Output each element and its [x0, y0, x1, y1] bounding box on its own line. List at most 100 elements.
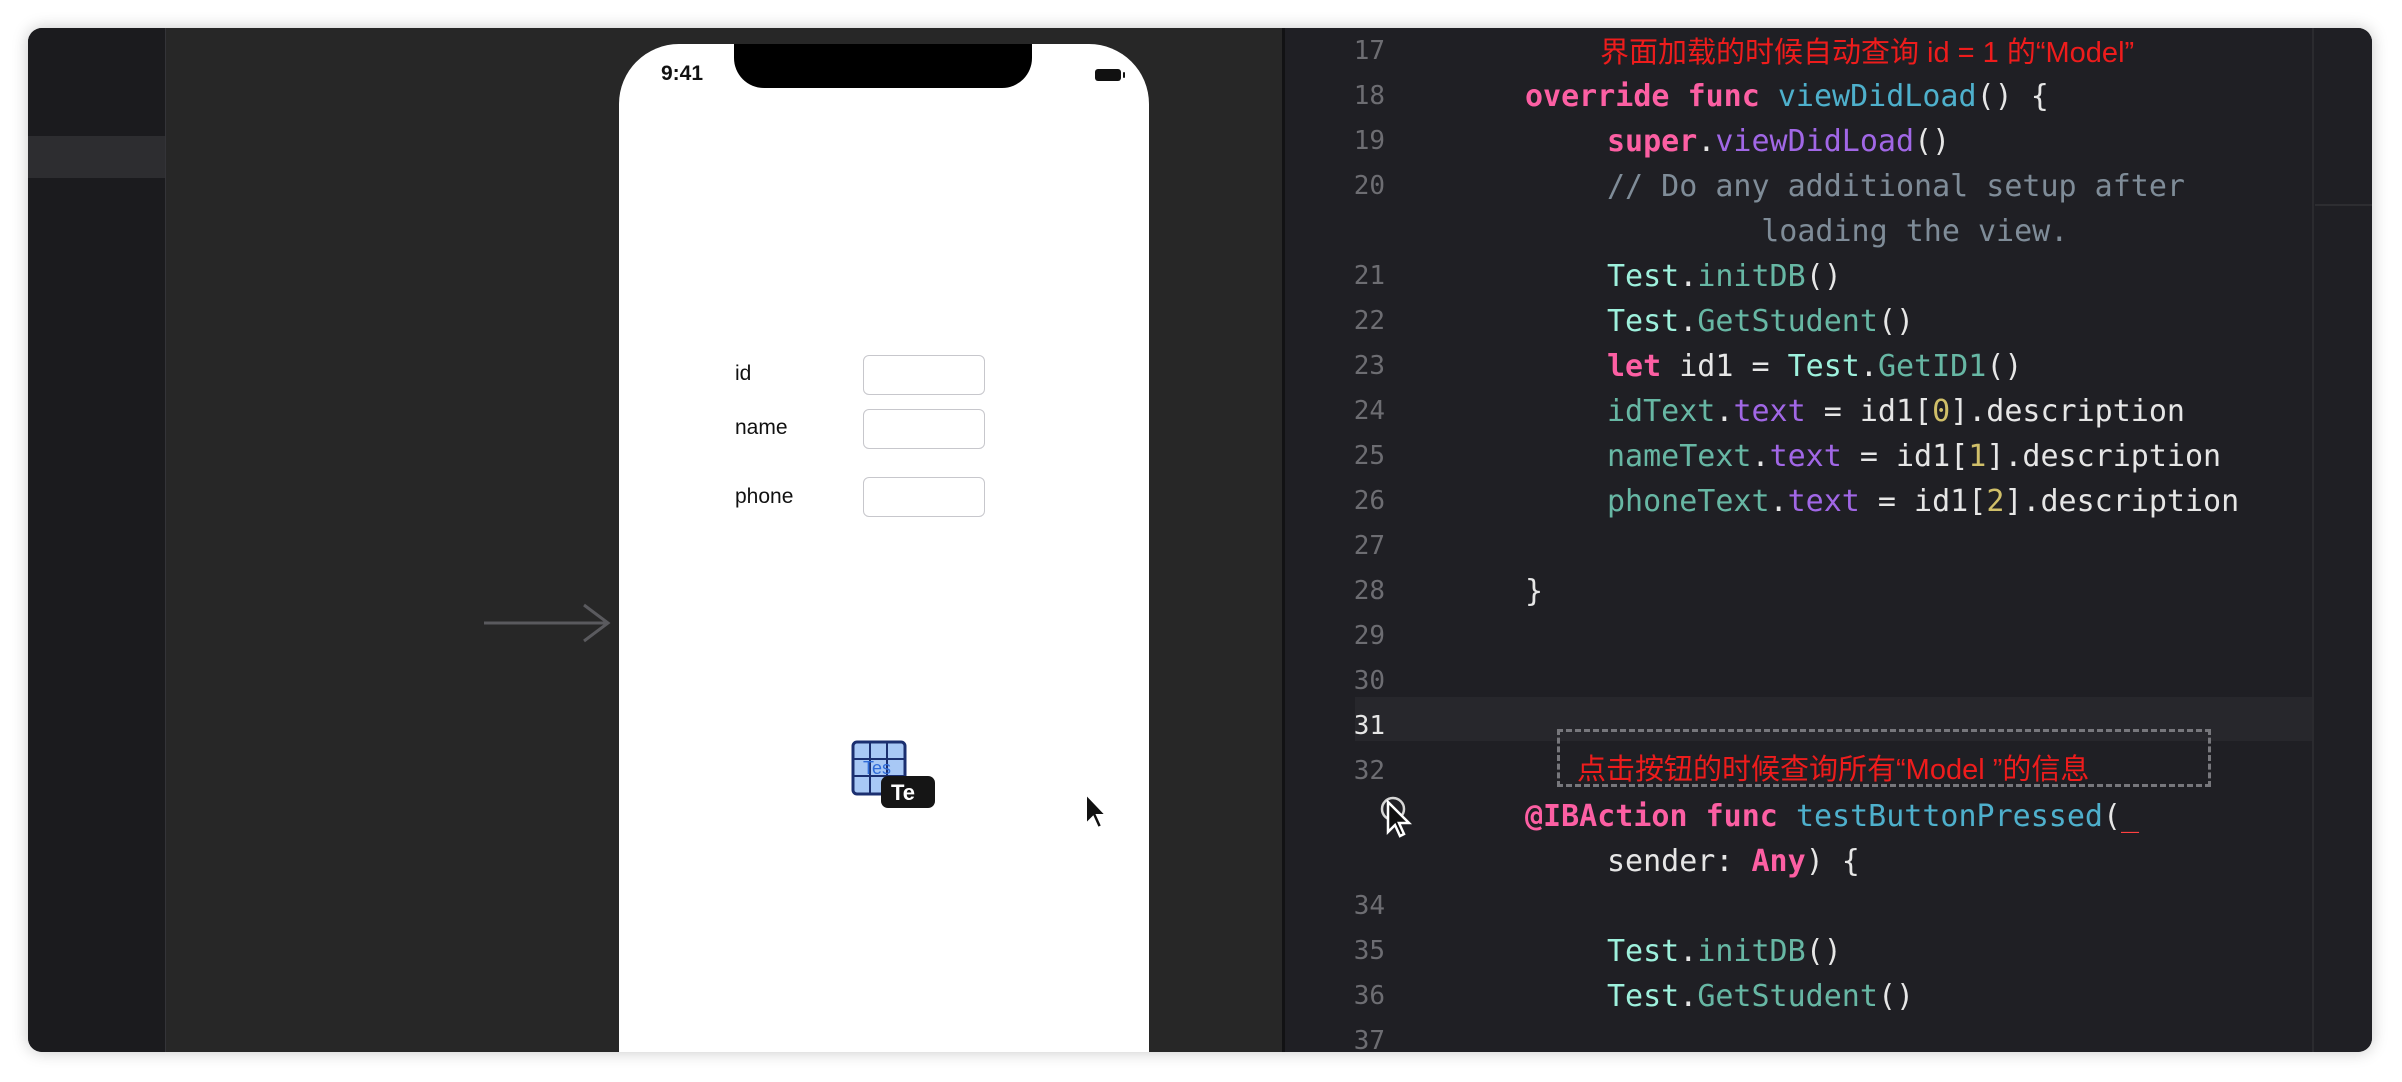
code-text: idText.text = id1[0].description [1607, 389, 2185, 434]
code-token: nameText [1607, 439, 1752, 474]
line-number: 28 [1353, 576, 1385, 606]
code-line[interactable]: 19 super.viewDidLoad() [1285, 119, 2315, 164]
code-token: . [1715, 394, 1734, 429]
name-label: name [735, 416, 788, 439]
code-text: sender: Any) { [1607, 839, 1860, 884]
code-text: Test.GetStudent() [1607, 299, 1914, 344]
drag-ghost-label: Te [891, 780, 915, 805]
code-token: phoneText [1607, 484, 1770, 519]
code-text: @IBAction func testButtonPressed(_ [1525, 794, 2139, 839]
code-token: = id1[ [1805, 394, 1933, 429]
battery-icon [1095, 69, 1125, 81]
code-token: sender: [1607, 844, 1752, 879]
code-line[interactable]: 36 Test.GetStudent() [1285, 974, 2315, 1019]
line-number: 20 [1353, 171, 1385, 201]
line-number: 37 [1353, 1026, 1385, 1052]
line-number: 27 [1353, 531, 1385, 561]
code-token: ].description [2004, 484, 2240, 519]
code-line[interactable]: 26 phoneText.text = id1[2].description [1285, 479, 2315, 524]
code-line[interactable]: 18 override func viewDidLoad() { [1285, 74, 2315, 119]
code-token: idText [1607, 394, 1716, 429]
line-number: 24 [1353, 396, 1385, 426]
drag-ghost-icon-text: Tes [863, 758, 891, 778]
name-text-field[interactable] [863, 409, 985, 449]
code-token: . [1859, 349, 1878, 384]
code-token: GetStudent [1697, 979, 1878, 1014]
code-token: = id1[ [1859, 484, 1987, 519]
code-line[interactable]: @IBAction func testButtonPressed(_ [1285, 794, 2315, 839]
annotation-top: 界面加载的时候自动查询 id = 1 的“Model” [1600, 37, 2135, 69]
id-text-field[interactable] [863, 355, 985, 395]
storyboard-canvas[interactable]: 9:41 id name phone Tes Te [166, 28, 1282, 1052]
code-token: Any [1751, 844, 1806, 879]
initial-view-controller-arrow-icon [484, 603, 611, 643]
line-number: 19 [1353, 126, 1385, 156]
code-text: } [1525, 569, 1543, 614]
code-text: super.viewDidLoad() [1607, 119, 1950, 164]
code-token: Test [1787, 349, 1860, 384]
code-token: func [1705, 799, 1778, 834]
line-number: 32 [1353, 756, 1385, 786]
code-line[interactable]: 30 [1285, 659, 2315, 704]
code-line[interactable]: 20 // Do any additional setup after [1285, 164, 2315, 209]
code-token: () [1986, 349, 2023, 384]
code-line[interactable]: 24 idText.text = id1[0].description [1285, 389, 2315, 434]
code-token: GetID1 [1877, 349, 1987, 384]
code-token: } [1525, 574, 1544, 609]
code-token: () { [1976, 79, 2049, 114]
xcode-window: 9:41 id name phone Tes Te 17 18 override… [28, 28, 2372, 1052]
id-label: id [735, 362, 752, 385]
line-number: 25 [1353, 441, 1385, 471]
code-token: let [1607, 349, 1662, 384]
code-token: override [1525, 79, 1670, 114]
code-line[interactable]: 27 [1285, 524, 2315, 569]
navigator-strip [28, 28, 166, 1052]
code-token: ].description [1986, 439, 2222, 474]
line-number: 35 [1353, 936, 1385, 966]
code-token: 2 [1986, 484, 2005, 519]
navigator-selected-row[interactable] [28, 136, 165, 178]
phone-label: phone [735, 485, 794, 508]
code-line[interactable]: 34 [1285, 884, 2315, 929]
code-line[interactable]: 29 [1285, 614, 2315, 659]
code-editor[interactable]: 17 18 override func viewDidLoad() {19 super… [1285, 28, 2372, 1052]
line-number: 36 [1353, 981, 1385, 1011]
code-line[interactable]: 35 Test.initDB() [1285, 929, 2315, 974]
code-line[interactable]: 22 Test.GetStudent() [1285, 299, 2315, 344]
code-token: viewDidLoad [1777, 79, 1977, 114]
code-line[interactable]: loading the view. [1285, 209, 2315, 254]
line-number: 29 [1353, 621, 1385, 651]
code-text: nameText.text = id1[1].description [1607, 434, 2221, 479]
drag-ghost-table-icon: Tes Te [851, 740, 935, 808]
code-text: loading the view. [1689, 209, 2068, 254]
code-token: viewDidLoad [1715, 124, 1915, 159]
code-line[interactable]: 28} [1285, 569, 2315, 614]
code-line[interactable]: 21 Test.initDB() [1285, 254, 2315, 299]
code-line[interactable]: sender: Any) { [1285, 839, 2315, 884]
code-text: phoneText.text = id1[2].description [1607, 479, 2239, 524]
status-bar-time: 9:41 [661, 62, 704, 85]
phone-text-field[interactable] [863, 477, 985, 517]
code-token: . [1679, 979, 1698, 1014]
code-token: testButtonPressed [1795, 799, 2103, 834]
code-token: = id1[ [1841, 439, 1969, 474]
code-line[interactable]: 23 let id1 = Test.GetID1() [1285, 344, 2315, 389]
code-token: _ [2121, 799, 2140, 834]
line-number: 23 [1353, 351, 1385, 381]
code-token: () [1805, 259, 1842, 294]
code-token: @IBAction [1525, 799, 1688, 834]
code-line[interactable]: 37 [1285, 1019, 2315, 1052]
line-number: 18 [1353, 81, 1385, 111]
line-number: 21 [1353, 261, 1385, 291]
code-token: () [1805, 934, 1842, 969]
code-token: id1 = [1661, 349, 1788, 384]
code-token: ) { [1805, 844, 1860, 879]
line-number: 22 [1353, 306, 1385, 336]
code-text: override func viewDidLoad() { [1525, 74, 2049, 119]
code-line[interactable]: 25 nameText.text = id1[1].description [1285, 434, 2315, 479]
code-token: super [1607, 124, 1698, 159]
code-token: . [1769, 484, 1788, 519]
code-text: Test.initDB() [1607, 254, 1842, 299]
